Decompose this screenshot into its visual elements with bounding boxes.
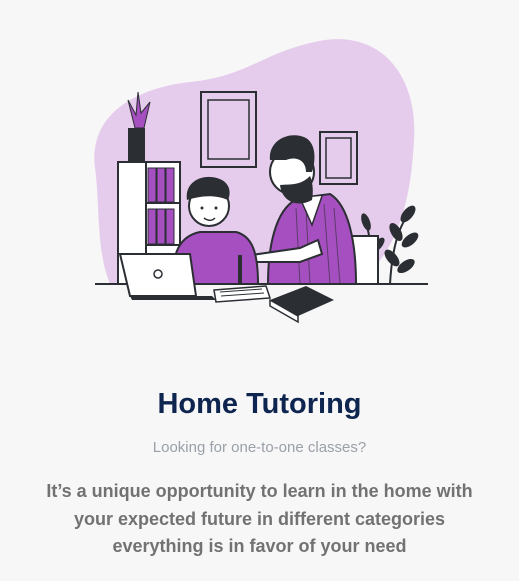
tutoring-illustration-icon <box>94 39 428 324</box>
notebook <box>213 285 272 303</box>
tutoring-card: Home Tutoring Looking for one-to-one cla… <box>0 0 519 581</box>
page-title: Home Tutoring <box>157 388 362 420</box>
subtitle: Looking for one-to-one classes? <box>152 439 367 456</box>
description-text: It’s a unique opportunity to learn in th… <box>46 481 473 556</box>
book <box>269 286 334 324</box>
